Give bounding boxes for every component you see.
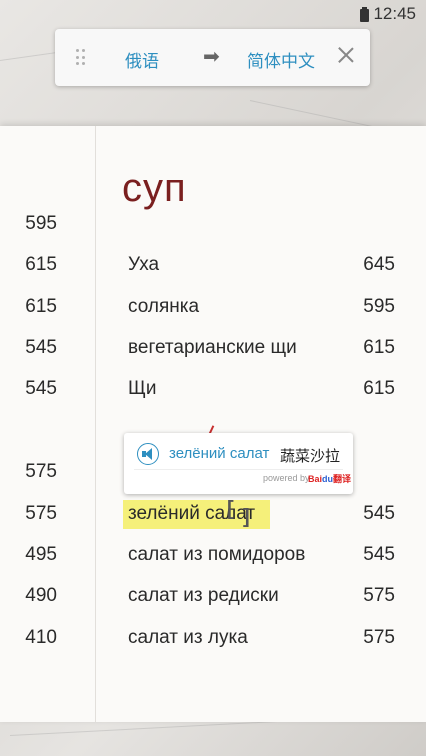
- left-price: 545: [25, 337, 57, 358]
- dish-price: 545: [363, 503, 395, 524]
- left-price: 595: [25, 213, 57, 234]
- dish-name: солянка: [128, 296, 200, 317]
- dish-price: 545: [363, 544, 395, 565]
- popup-divider: [134, 469, 343, 470]
- left-price: 615: [25, 254, 57, 275]
- dish-price: 595: [363, 296, 395, 317]
- dish-name: салат из лука: [128, 627, 248, 648]
- dish-name: салат из помидоров: [128, 544, 306, 565]
- left-price: 490: [25, 585, 57, 606]
- target-language-button[interactable]: 简体中文: [247, 47, 315, 72]
- selection-handle-icon[interactable]: ]: [243, 506, 250, 529]
- baidu-logo: Baidu翻译: [308, 474, 352, 484]
- left-price: 545: [25, 378, 57, 399]
- selection-handle-icon[interactable]: [: [227, 498, 234, 521]
- left-price: 575: [25, 503, 57, 524]
- dish-name: вегетарианские щи: [128, 337, 297, 358]
- speaker-icon[interactable]: [137, 443, 159, 465]
- dish-price: 615: [363, 337, 395, 358]
- menu-card: суп 595 615 615 545 545 575 575 495 490 …: [0, 126, 426, 722]
- section-title: суп: [122, 166, 187, 210]
- left-price: 575: [25, 461, 57, 482]
- close-icon[interactable]: [337, 46, 355, 64]
- dish-name: Уха: [128, 254, 160, 275]
- battery-icon: [360, 6, 370, 22]
- dish-name: салат из редиски: [128, 585, 279, 606]
- dish-price: 645: [363, 254, 395, 275]
- clock: 12:45: [373, 4, 416, 23]
- dish-price: 575: [363, 585, 395, 606]
- drag-handle-icon[interactable]: [76, 49, 86, 67]
- arrow-right-icon[interactable]: ➡: [203, 44, 220, 69]
- translation-popup: зелёний салат 蔬菜沙拉 powered by Baidu翻译: [124, 433, 353, 494]
- popup-source-text: зелёний салат: [169, 445, 270, 462]
- popup-translation: 蔬菜沙拉: [280, 448, 341, 465]
- dish-price: 575: [363, 627, 395, 648]
- powered-by-label: powered by: [263, 473, 310, 483]
- dish-price: 615: [363, 378, 395, 399]
- left-price: 495: [25, 544, 57, 565]
- language-selector-bar: 俄语 ➡ 简体中文: [55, 29, 370, 86]
- column-divider: [95, 126, 96, 722]
- left-price: 615: [25, 296, 57, 317]
- status-bar: 12:45: [0, 0, 426, 28]
- source-language-button[interactable]: 俄语: [125, 47, 159, 72]
- selected-dish-name[interactable]: зелёний салат: [128, 503, 255, 525]
- dish-name: Щи: [128, 378, 157, 399]
- left-price: 410: [25, 627, 57, 648]
